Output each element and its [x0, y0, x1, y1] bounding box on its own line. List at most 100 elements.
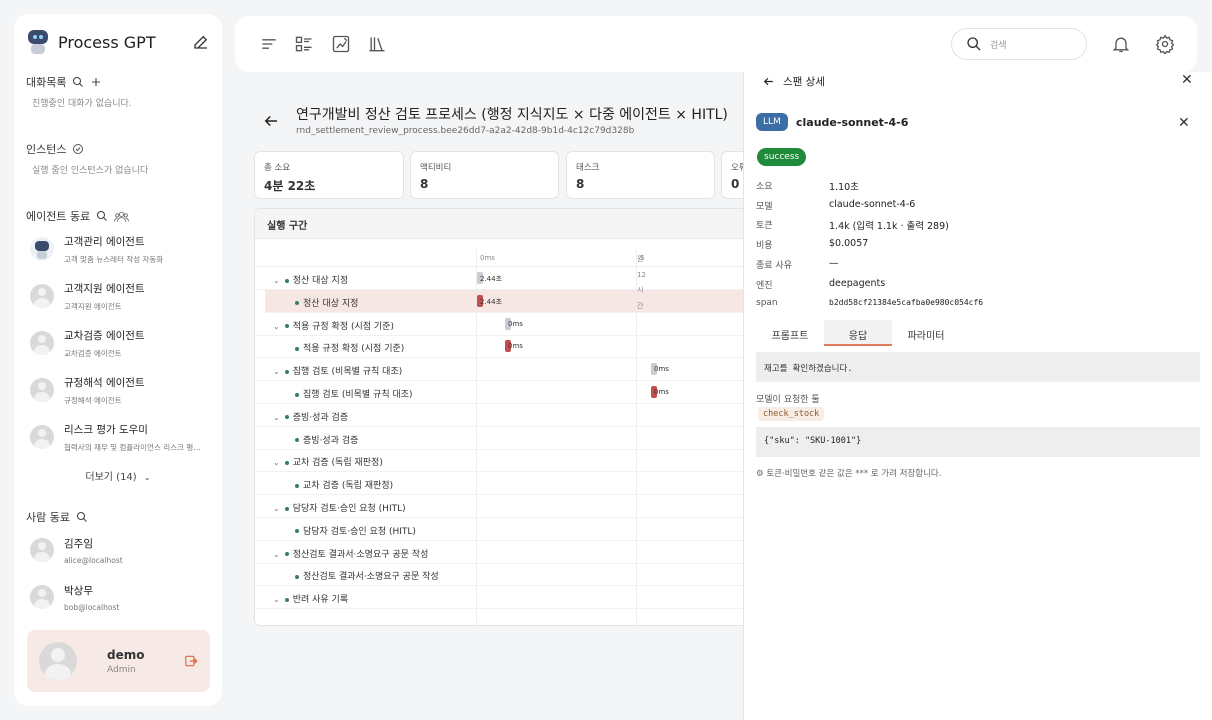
- gantt-row[interactable]: ⌄ 교차 검증 (독립 재판정): [255, 449, 753, 473]
- stat-value: 8: [576, 177, 585, 191]
- gantt-row[interactable]: ⌄ 증빙·성과 검증: [255, 404, 753, 427]
- gantt-row[interactable]: 담당자 검토·승인 요청 (HITL): [255, 518, 753, 541]
- field-value: deepagents: [829, 278, 886, 289]
- chevron-down-icon[interactable]: ⌄: [273, 322, 280, 331]
- check-circle-icon[interactable]: [72, 143, 84, 155]
- user-card[interactable]: demo Admin: [27, 630, 210, 692]
- gantt-row[interactable]: 적용 규정 확정 (시점 기준) 0ms: [255, 335, 753, 359]
- agent-item[interactable]: 교차검증 에이전트 교차검증 에이전트: [26, 326, 210, 360]
- field-value: $0.0057: [829, 238, 869, 249]
- gantt-row[interactable]: ⌄ 담당자 검토·승인 요청 (HITL): [255, 495, 753, 518]
- search-icon[interactable]: [96, 210, 108, 222]
- logout-icon[interactable]: [184, 654, 198, 668]
- add-icon[interactable]: [90, 76, 102, 88]
- tab-prompt[interactable]: 프롬프트: [756, 320, 824, 346]
- bell-icon[interactable]: [1111, 34, 1131, 54]
- search-icon[interactable]: [72, 76, 84, 88]
- status-dot: [295, 483, 299, 488]
- axis-vertical-char: 원: [637, 255, 644, 263]
- menu-lines-icon[interactable]: [259, 34, 279, 54]
- more-agents-button[interactable]: 더보기 (14) ⌄: [26, 468, 210, 483]
- chevron-down-icon[interactable]: ⌄: [273, 550, 280, 559]
- gantt-row[interactable]: 교차 검증 (독립 재판정): [255, 472, 753, 496]
- lock-icon: ⚙: [756, 469, 764, 479]
- gear-icon[interactable]: [1155, 34, 1175, 54]
- axis-tick: 0ms: [480, 254, 495, 262]
- gantt-row-label: ⌄ 교차 검증 (독립 재판정): [273, 455, 383, 468]
- llm-badge: LLM: [756, 113, 788, 131]
- gantt-row[interactable]: ⌄ 적용 규정 확정 (시점 기준) 0ms: [255, 313, 753, 336]
- gantt-bar-value: 0ms: [508, 342, 523, 351]
- close-icon[interactable]: ✕: [1178, 115, 1190, 131]
- agent-desc: 고객 맞춤 뉴스레터 작성 자동화: [64, 254, 164, 264]
- gantt-row[interactable]: ⌄ 반려 사유 기록: [255, 586, 753, 610]
- chevron-down-icon[interactable]: ⌄: [273, 595, 280, 604]
- status-dot: [284, 415, 289, 420]
- field-key: 모델: [756, 202, 773, 212]
- axis-vertical-char: 간: [637, 301, 644, 310]
- field-value: 1.4k (입력 1.1k · 출력 289): [829, 221, 949, 232]
- gantt-row-label: 담당자 검토·승인 요청 (HITL): [295, 524, 416, 537]
- gantt-row-label: ⌄ 정산 대상 지정: [273, 273, 348, 286]
- conversations-empty: 진행중인 대화가 없습니다.: [32, 99, 132, 109]
- status-dot: [284, 324, 289, 329]
- gantt-row[interactable]: ⌄ 집행 검토 (비목별 규칙 대조) 0ms: [255, 358, 753, 382]
- gantt-axis: 0ms 5: [255, 251, 753, 267]
- search-input[interactable]: 검색: [990, 38, 1007, 51]
- back-arrow-icon[interactable]: [762, 75, 775, 88]
- response-text: 재고를 확인하겠습니다.: [756, 352, 1200, 382]
- back-arrow-icon[interactable]: [262, 112, 280, 130]
- process-id: rnd_settlement_review_process.bee26dd7-a…: [296, 126, 635, 136]
- agent-item[interactable]: 리스크 평가 도우미 협력사의 재무 및 컴플라이언스 리스크 평가 ...: [26, 420, 210, 454]
- axis-vertical-label: 원 12 시 간: [637, 252, 646, 314]
- status-dot: [295, 574, 299, 579]
- gantt-row[interactable]: ⌄ 정산검토 결과서·소명요구 공문 작성: [255, 541, 753, 564]
- map-icon[interactable]: [331, 34, 351, 54]
- gantt-row-label: 집행 검토 (비목별 규칙 대조): [295, 387, 413, 400]
- person-item[interactable]: 박상무 bob@localhost: [26, 580, 210, 614]
- chevron-down-icon[interactable]: ⌄: [273, 276, 280, 285]
- search-icon[interactable]: [76, 511, 88, 523]
- field-value: claude-sonnet-4-6: [829, 199, 916, 210]
- gantt-bar-value: 2.44초: [480, 275, 503, 283]
- gantt-row[interactable]: ⌄ 정산 대상 지정 2.44초: [255, 267, 753, 290]
- agent-item[interactable]: 고객지원 에이전트 고객지원 에이전트: [26, 279, 210, 313]
- agent-avatar: [30, 425, 54, 449]
- gantt-row-text: 증빙·성과 검증: [303, 435, 359, 446]
- gantt-row-label: ⌄ 정산검토 결과서·소명요구 공문 작성: [273, 547, 428, 560]
- span-tabs: 프롬프트 응답 파라미터: [756, 320, 960, 346]
- search-box[interactable]: 검색: [951, 28, 1087, 60]
- gantt-row[interactable]: 집행 검토 (비목별 규칙 대조) 0ms: [255, 381, 753, 404]
- gantt-row-text: 정산검토 결과서·소명요구 공문 작성: [303, 572, 439, 583]
- chevron-down-icon[interactable]: ⌄: [273, 458, 280, 467]
- gantt-row-label: ⌄ 적용 규정 확정 (시점 기준): [273, 319, 394, 332]
- chevron-down-icon[interactable]: ⌄: [273, 413, 280, 422]
- person-item[interactable]: 김주임 alice@localhost: [26, 533, 210, 567]
- brand-title: Process GPT: [58, 32, 156, 52]
- status-dot: [284, 369, 289, 374]
- gantt-row-label: 정산 대상 지정: [295, 296, 358, 309]
- library-icon[interactable]: [367, 34, 387, 54]
- team-icon[interactable]: [114, 210, 130, 223]
- close-icon[interactable]: ✕: [1181, 72, 1193, 88]
- status-dot: [295, 392, 299, 397]
- tab-response[interactable]: 응답: [824, 320, 892, 346]
- gantt-row[interactable]: 정산검토 결과서·소명요구 공문 작성: [255, 563, 753, 587]
- agent-avatar: [30, 378, 54, 402]
- chevron-down-icon[interactable]: ⌄: [273, 504, 280, 513]
- new-chat-edit-icon[interactable]: [192, 33, 210, 51]
- gantt-row-text: 적용 규정 확정 (시점 기준): [303, 344, 405, 355]
- gantt-bar-value: 0ms: [508, 319, 523, 328]
- chevron-down-icon[interactable]: ⌄: [273, 367, 280, 376]
- agent-item[interactable]: 규정해석 에이전트 규정해석 에이전트: [26, 373, 210, 407]
- agent-name: 교차검증 에이전트: [64, 329, 145, 342]
- list-view-icon[interactable]: [294, 34, 314, 54]
- tab-parameters[interactable]: 파라미터: [892, 320, 960, 346]
- gantt-row-text: 반려 사유 기록: [292, 595, 349, 606]
- person-email: bob@localhost: [64, 602, 120, 612]
- agent-item[interactable]: 고객관리 에이전트 고객 맞춤 뉴스레터 작성 자동화: [26, 232, 210, 266]
- gantt-row[interactable]: 증빙·성과 검증: [255, 427, 753, 450]
- more-agents-label: 더보기 (14): [85, 472, 137, 483]
- gantt-row[interactable]: 정산 대상 지정 2.44초: [265, 289, 745, 313]
- agents-header: 에이전트 동료: [26, 208, 210, 224]
